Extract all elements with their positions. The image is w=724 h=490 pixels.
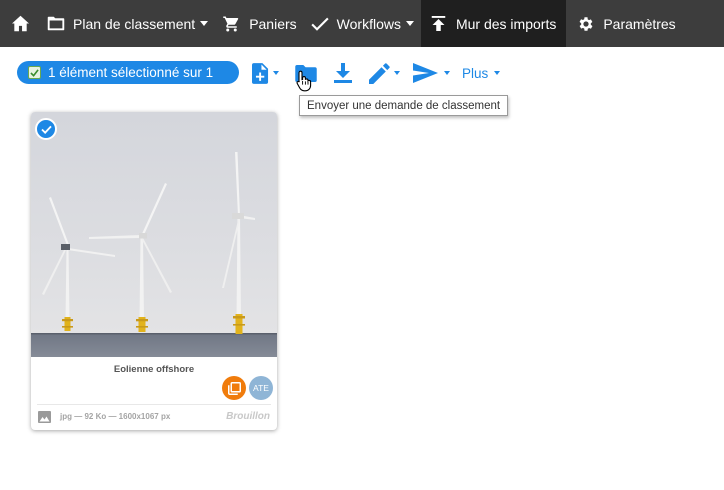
top-navigation-bar: Plan de classement Paniers Workflows Mur… [0, 0, 724, 47]
nav-label: Plan de classement [73, 15, 196, 32]
nav-home[interactable] [0, 0, 40, 47]
nav-parametres[interactable]: Paramètres [566, 0, 682, 47]
home-icon [12, 15, 29, 32]
pencil-icon [369, 62, 390, 84]
chevron-down-icon [444, 71, 450, 75]
more-label: Plus [462, 65, 489, 81]
tooltip-text: Envoyer une demande de classement [307, 99, 501, 112]
check-icon [40, 125, 52, 134]
send-button[interactable] [413, 58, 450, 88]
copy-icon [227, 381, 241, 395]
nav-workflows[interactable]: Workflows [304, 0, 421, 47]
nav-plan-de-classement[interactable]: Plan de classement [40, 0, 215, 47]
card-selected-check[interactable] [35, 118, 57, 140]
nav-label: Paniers [249, 15, 297, 32]
more-button[interactable]: Plus [462, 58, 501, 88]
card-divider [37, 404, 271, 405]
edit-button[interactable] [369, 58, 400, 88]
tooltip: Envoyer une demande de classement [299, 95, 509, 116]
file-meta: jpg — 92 Ko — 1600x1067 px [60, 412, 171, 421]
check-icon [311, 17, 329, 31]
nav-label: Mur des imports [455, 15, 557, 32]
chevron-down-icon [200, 21, 209, 26]
ate-badge[interactable]: ATE [249, 376, 273, 400]
nav-label: Paramètres [603, 15, 676, 32]
folder-icon [47, 16, 65, 31]
add-document-button[interactable] [252, 58, 279, 88]
send-icon [413, 63, 438, 83]
status-badge: Brouillon [226, 411, 270, 422]
nav-paniers[interactable]: Paniers [215, 0, 303, 47]
image-icon [38, 411, 51, 423]
selection-label: 1 élément sélectionné sur 1 [48, 65, 214, 80]
gear-icon [579, 16, 593, 31]
nav-label: Workflows [336, 15, 401, 32]
chevron-down-icon [273, 71, 279, 75]
cart-icon [223, 16, 239, 31]
chevron-down-icon [494, 71, 501, 75]
card-title[interactable]: Eolienne offshore [31, 364, 277, 375]
nav-mur-des-imports[interactable]: Mur des imports [420, 0, 567, 47]
selection-count-pill[interactable]: 1 élément sélectionné sur 1 [17, 61, 239, 84]
wind-turbines-image [31, 112, 277, 357]
chevron-down-icon [394, 71, 400, 75]
upload-icon [431, 16, 446, 31]
hand-cursor-icon [296, 70, 312, 92]
duplicate-badge[interactable] [222, 376, 246, 400]
download-icon [334, 63, 352, 83]
add-document-icon [252, 62, 269, 84]
download-button[interactable] [334, 58, 352, 88]
chevron-down-icon [405, 21, 414, 26]
checkbox-icon [28, 66, 41, 79]
media-card[interactable]: Eolienne offshore ATE jpg — 92 Ko — 1600… [31, 112, 277, 430]
card-thumbnail[interactable] [31, 112, 277, 357]
